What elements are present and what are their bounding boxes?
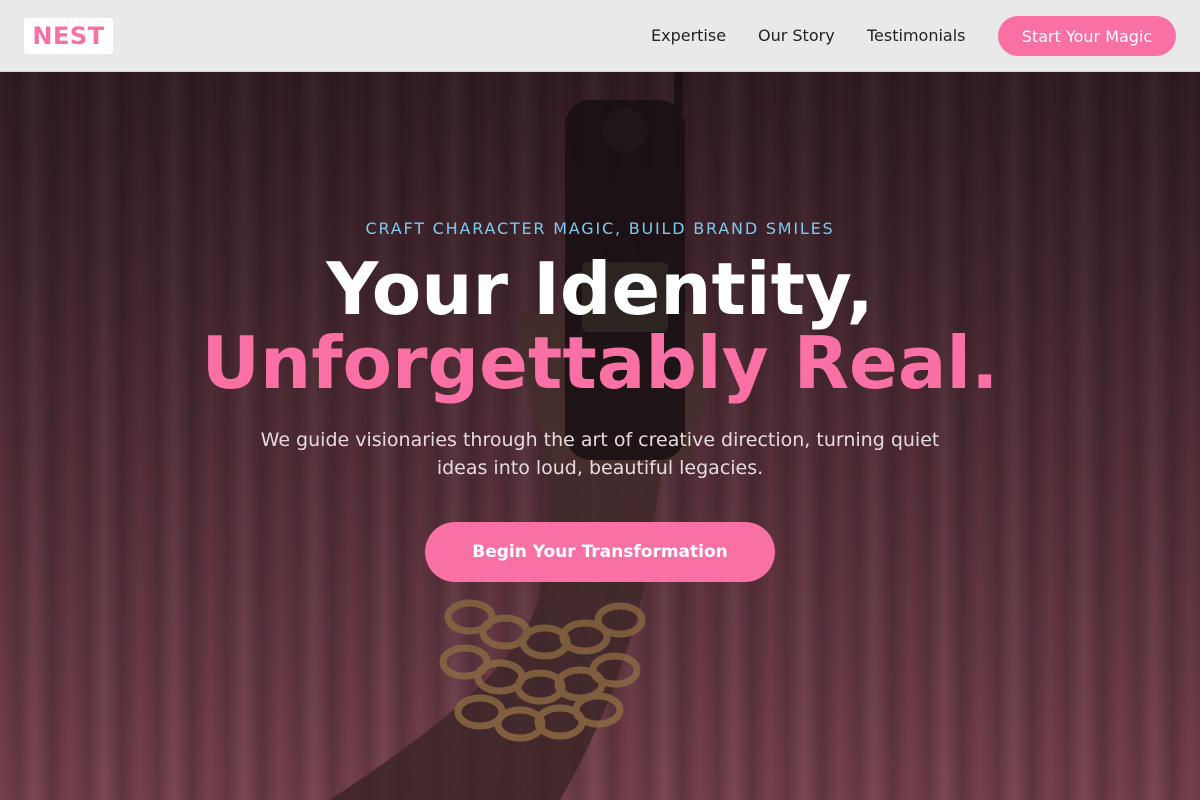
hero-headline: Your Identity, Unforgettably Real. (0, 252, 1200, 400)
hero-headline-accent: Unforgettably Real. (201, 321, 999, 405)
hero-headline-line1: Your Identity, (326, 247, 874, 331)
nav-link-our-story[interactable]: Our Story (758, 24, 835, 48)
begin-transformation-button[interactable]: Begin Your Transformation (425, 522, 775, 582)
start-your-magic-button[interactable]: Start Your Magic (998, 16, 1176, 56)
site-header: NEST Expertise Our Story Testimonials St… (0, 0, 1200, 72)
nest-logo[interactable]: NEST (24, 18, 113, 54)
hero-section: CRAFT CHARACTER MAGIC, BUILD BRAND SMILE… (0, 72, 1200, 800)
hero-eyebrow: CRAFT CHARACTER MAGIC, BUILD BRAND SMILE… (365, 219, 835, 238)
nav-link-expertise[interactable]: Expertise (651, 24, 726, 48)
nav-link-testimonials[interactable]: Testimonials (867, 24, 966, 48)
hero-subtext: We guide visionaries through the art of … (260, 429, 940, 479)
